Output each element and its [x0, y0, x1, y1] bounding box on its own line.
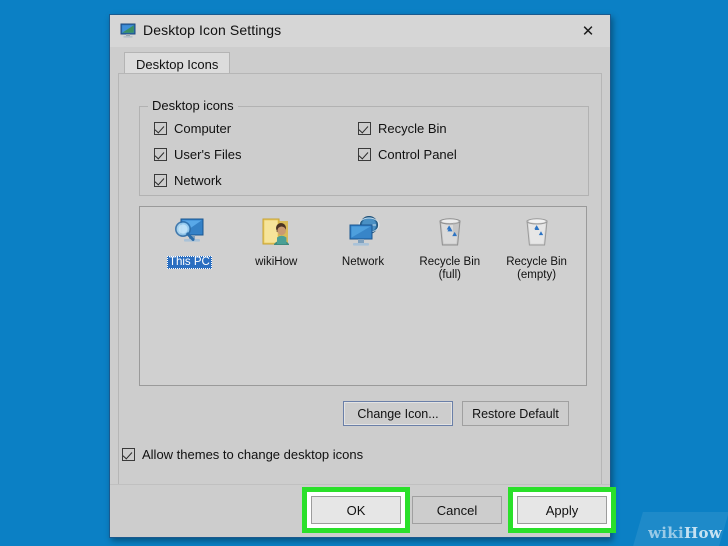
dialog-footer: OK Cancel Apply: [110, 484, 610, 537]
checkbox-allow-themes-box[interactable]: [122, 448, 135, 461]
network-icon: [349, 216, 380, 246]
checkbox-computer-label: Computer: [174, 121, 232, 136]
icon-preview-row: This PC wikiHow Network Recycle Bin (ful…: [146, 213, 580, 282]
monitor-icon: [120, 23, 136, 38]
recycle-bin-full-icon: [439, 218, 461, 246]
icon-preview-list[interactable]: This PC wikiHow Network Recycle Bin (ful…: [139, 206, 587, 386]
checkbox-users-files-label: User's Files: [174, 147, 242, 162]
icon-item-this-pc-label: This PC: [166, 256, 212, 269]
icon-item-wikihow[interactable]: wikiHow: [233, 213, 320, 282]
cancel-button[interactable]: Cancel: [412, 496, 502, 524]
icon-item-recycle-bin-full-label: Recycle Bin (full): [419, 256, 481, 281]
checkbox-computer-box[interactable]: [154, 122, 167, 135]
checkbox-control-panel-label: Control Panel: [378, 147, 457, 162]
checkbox-computer[interactable]: Computer: [154, 121, 231, 136]
icon-item-this-pc[interactable]: This PC: [146, 213, 233, 282]
checkbox-network[interactable]: Network: [154, 173, 222, 188]
icon-item-network[interactable]: Network: [320, 213, 407, 282]
checkbox-users-files[interactable]: User's Files: [154, 147, 242, 162]
checkbox-allow-themes-label: Allow themes to change desktop icons: [142, 447, 364, 462]
icon-item-wikihow-label: wikiHow: [255, 256, 298, 268]
groupbox-legend: Desktop icons: [148, 98, 238, 113]
checkbox-recycle-bin-box[interactable]: [358, 122, 371, 135]
checkbox-control-panel[interactable]: Control Panel: [358, 147, 457, 162]
icon-item-network-label: Network: [341, 256, 385, 268]
checkbox-network-box[interactable]: [154, 174, 167, 187]
watermark-wiki: wiki: [648, 524, 684, 542]
desktop-background: Desktop Icon Settings ✕ Desktop Icons De…: [0, 0, 728, 546]
checkbox-network-label: Network: [174, 173, 222, 188]
icon-item-recycle-bin-full[interactable]: Recycle Bin (full): [406, 213, 493, 282]
user-folder-icon: [262, 218, 290, 245]
icon-item-recycle-bin-empty[interactable]: Recycle Bin (empty): [493, 213, 580, 282]
change-icon-button[interactable]: Change Icon...: [343, 401, 453, 426]
desktop-icon-settings-dialog: Desktop Icon Settings ✕ Desktop Icons De…: [109, 14, 611, 538]
ok-button[interactable]: OK: [311, 496, 401, 524]
checkbox-users-files-box[interactable]: [154, 148, 167, 161]
tab-strip: Desktop Icons: [110, 47, 610, 77]
recycle-bin-empty-icon: [526, 218, 548, 246]
dialog-title: Desktop Icon Settings: [143, 22, 282, 38]
icon-item-recycle-bin-empty-label: Recycle Bin (empty): [506, 256, 567, 281]
close-icon[interactable]: ✕: [566, 15, 610, 46]
apply-button[interactable]: Apply: [517, 496, 607, 524]
desktop-icons-groupbox: Desktop icons Computer User's Files Netw…: [139, 98, 589, 196]
tab-page-desktop-icons: Desktop icons Computer User's Files Netw…: [118, 73, 602, 485]
checkbox-control-panel-box[interactable]: [358, 148, 371, 161]
watermark-how: How: [684, 524, 722, 542]
checkbox-recycle-bin-label: Recycle Bin: [378, 121, 447, 136]
checkbox-allow-themes[interactable]: Allow themes to change desktop icons: [122, 447, 363, 462]
checkbox-recycle-bin[interactable]: Recycle Bin: [358, 121, 447, 136]
dialog-titlebar: Desktop Icon Settings ✕: [110, 15, 610, 48]
wikihow-watermark: wikiHow: [648, 524, 722, 542]
this-pc-icon: [175, 218, 204, 242]
restore-default-button[interactable]: Restore Default: [462, 401, 569, 426]
